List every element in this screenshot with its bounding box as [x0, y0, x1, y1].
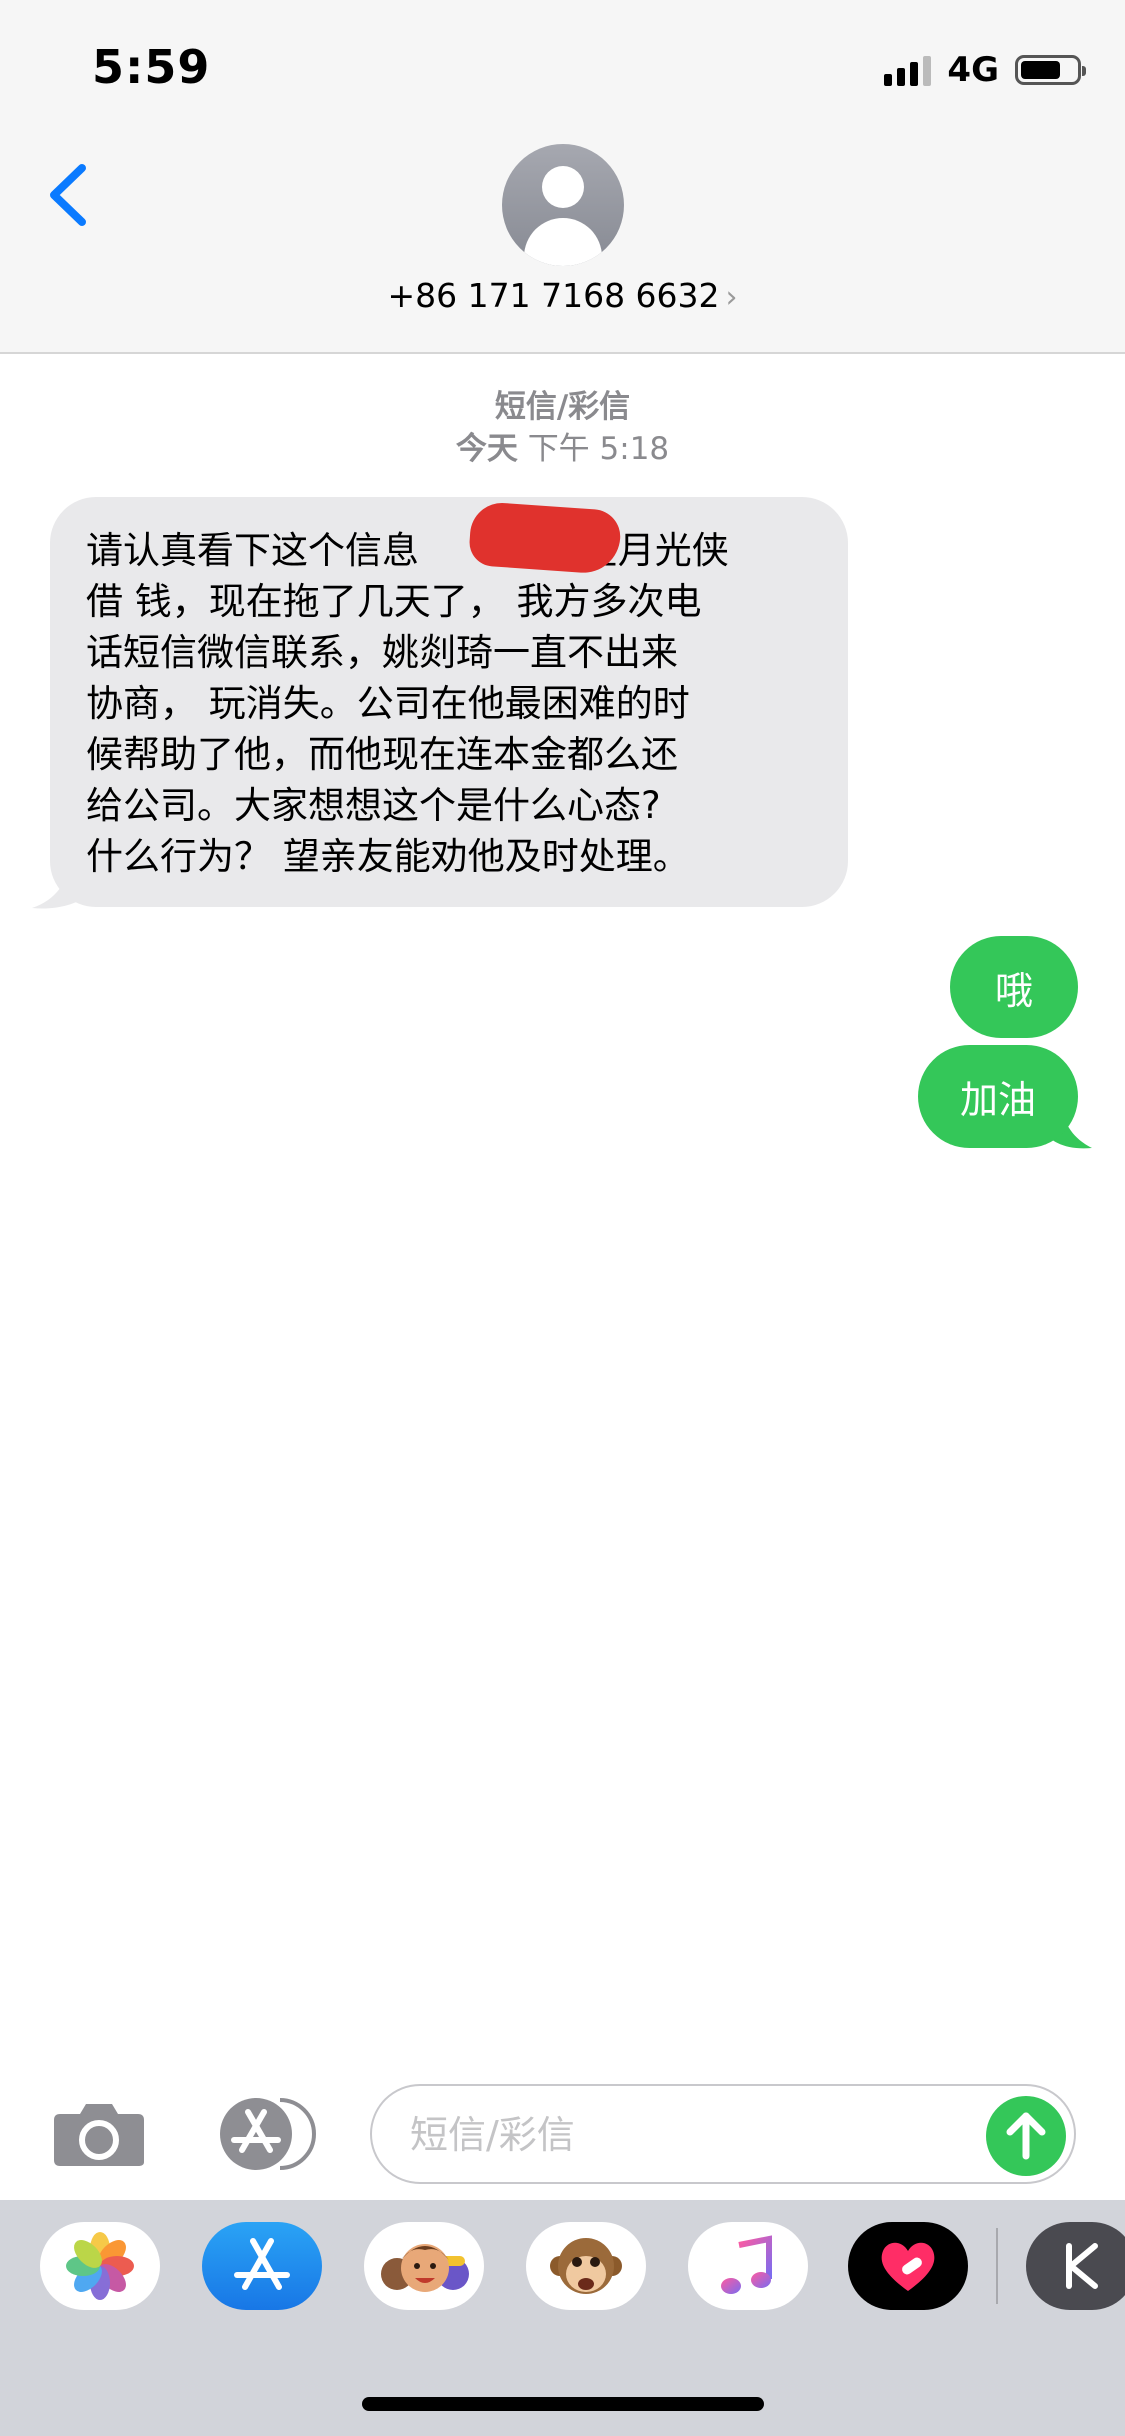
incoming-message-bubble[interactable]: 请认真看下这个信息 ,在月光侠 借 钱，现在拖了几天了， 我方多次电 话短信微信联… — [50, 497, 848, 907]
app-store-drawer-icon — [234, 2238, 290, 2290]
music-app-button[interactable] — [688, 2222, 808, 2310]
message-timestamp: 今天 下午 5:18 — [0, 428, 1125, 470]
timestamp-time: 下午 5:18 — [527, 431, 670, 467]
status-time: 5:59 — [92, 40, 211, 94]
conversation-header: 5:59 4G +86 171 7168 6632 › — [0, 0, 1125, 354]
network-type: 4G — [947, 50, 999, 90]
home-indicator[interactable] — [362, 2397, 764, 2411]
outgoing-message-bubble[interactable]: 哦 — [950, 936, 1078, 1038]
k-app-icon — [1066, 2243, 1098, 2289]
message-line-7: 什么行为？ 望亲友能劝他及时处理。 — [86, 835, 690, 878]
message-line-4: 协商， 玩消失。公司在他最困难的时 — [86, 682, 690, 725]
message-type-label: 短信/彩信 — [494, 389, 631, 425]
message-input-field[interactable] — [370, 2084, 1076, 2184]
back-chevron-icon[interactable] — [44, 160, 94, 230]
contact-name[interactable]: +86 171 7168 6632 › — [0, 276, 1125, 315]
camera-icon[interactable] — [52, 2100, 146, 2168]
redaction-mark — [467, 500, 623, 576]
message-line-3: 话短信微信联系，姚剡琦一直不出来 — [86, 631, 678, 674]
memoji-app-button[interactable] — [364, 2222, 484, 2310]
animoji-app-button[interactable] — [526, 2222, 646, 2310]
message-input[interactable] — [408, 2104, 972, 2166]
drawer-divider — [996, 2228, 998, 2304]
timestamp-day: 今天 — [455, 431, 518, 467]
message-line-6: 给公司。大家想想这个是什么心态? — [86, 784, 661, 827]
photos-app-button[interactable] — [40, 2222, 160, 2310]
app-store-icon[interactable] — [210, 2094, 316, 2174]
heart-app-button[interactable] — [848, 2222, 968, 2310]
send-arrow-icon — [1006, 2112, 1046, 2160]
message-line-1: 请认真看下这个信息 ,在月光侠 — [86, 525, 814, 576]
k-app-button[interactable] — [1026, 2222, 1125, 2310]
cellular-signal-icon — [884, 54, 932, 86]
animoji-monkey-icon — [550, 2238, 622, 2294]
outgoing-message-bubble[interactable]: 加油 — [918, 1045, 1078, 1148]
avatar-icon[interactable] — [502, 144, 624, 266]
contact-number[interactable]: +86 171 7168 6632 — [387, 276, 719, 315]
memoji-icon — [381, 2244, 469, 2292]
app-store-app-button[interactable] — [202, 2222, 322, 2310]
heart-app-icon — [881, 2242, 935, 2291]
music-icon — [721, 2235, 772, 2294]
battery-icon — [1015, 55, 1086, 85]
photos-icon — [66, 2232, 134, 2300]
message-line-2: 借 钱，现在拖了几天了， 我方多次电 — [86, 580, 702, 623]
contact-chevron-icon: › — [725, 280, 738, 315]
message-line-1-start: 请认真看下这个信息 — [86, 529, 419, 572]
status-indicators: 4G — [884, 50, 1086, 90]
message-line-5: 候帮助了他，而他现在连本金都么还 — [86, 733, 678, 776]
send-button[interactable] — [986, 2096, 1066, 2176]
